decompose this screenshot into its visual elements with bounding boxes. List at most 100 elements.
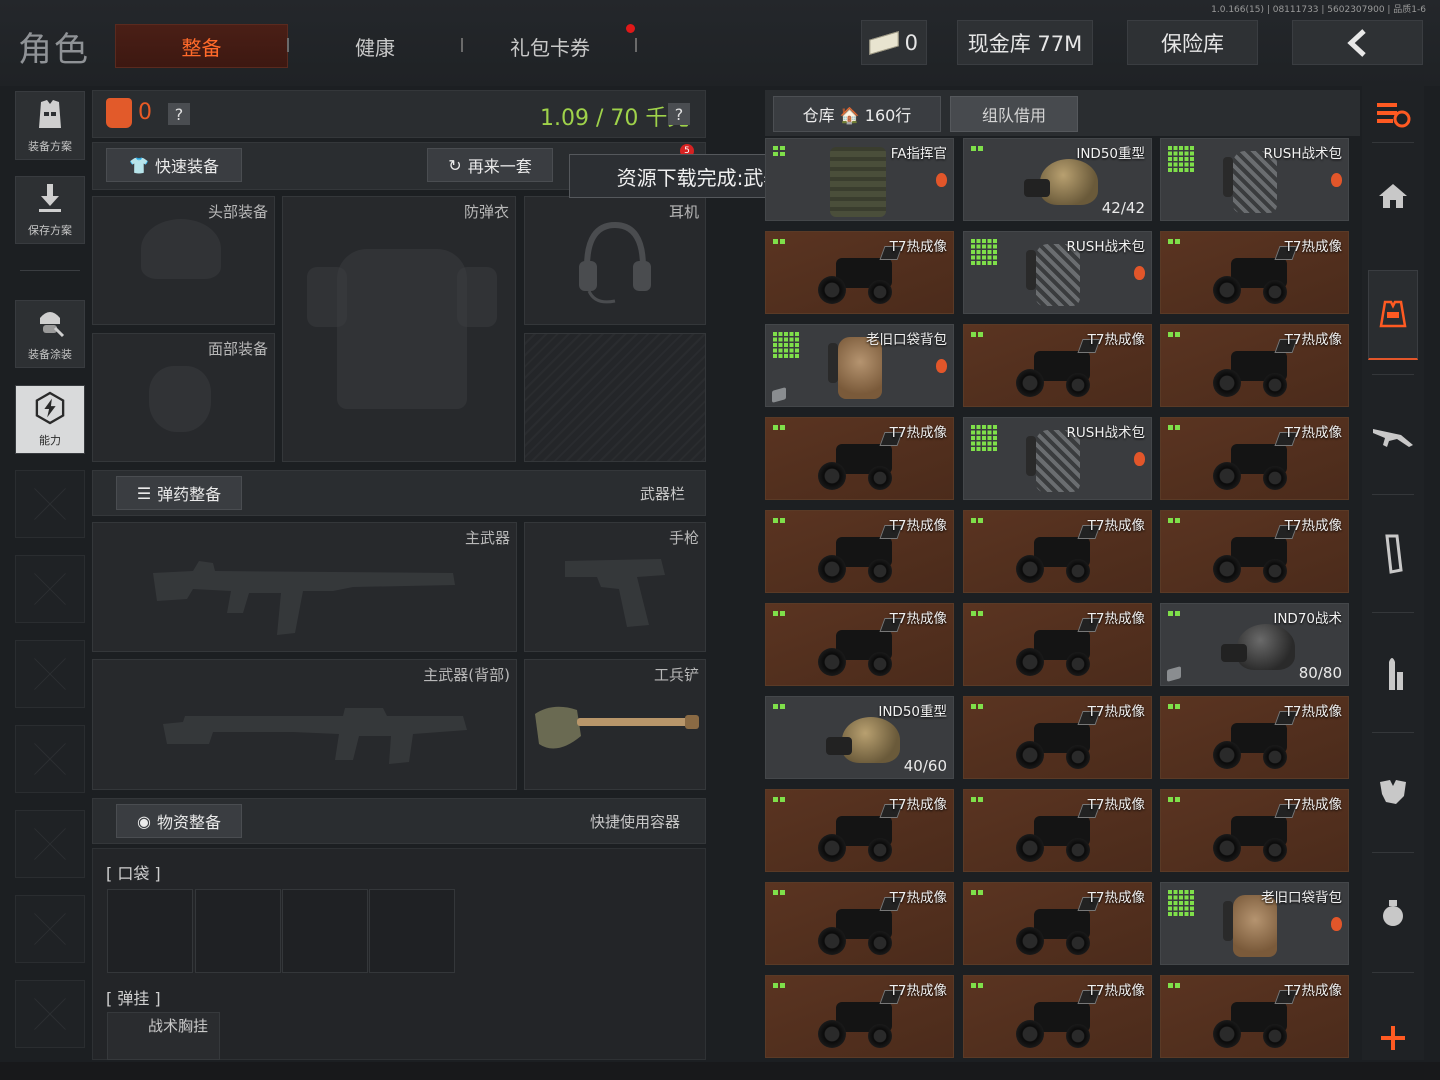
warehouse-item[interactable]: T7热成像 xyxy=(1160,231,1349,314)
warehouse-item[interactable]: T7热成像 xyxy=(963,696,1152,779)
tab-gear[interactable]: 整备 xyxy=(115,24,288,68)
item-name: RUSH战术包 xyxy=(1066,425,1145,441)
home-icon[interactable] xyxy=(1368,176,1418,216)
warehouse-item[interactable]: RUSH战术包 xyxy=(963,417,1152,500)
warehouse-item[interactable]: T7热成像 xyxy=(1160,696,1349,779)
head-gear-slot[interactable]: 头部装备 xyxy=(92,196,275,325)
empty-rail-slot xyxy=(15,555,85,623)
warehouse-item[interactable]: T7热成像 xyxy=(1160,975,1349,1058)
save-plan-button[interactable]: 保存方案 xyxy=(15,176,85,244)
warehouse-item[interactable]: IND50重型 40/60 xyxy=(765,696,954,779)
item-name: 老旧口袋背包 xyxy=(1261,890,1342,906)
rifle-icon[interactable] xyxy=(1368,416,1418,456)
warehouse-item[interactable]: T7热成像 xyxy=(1160,417,1349,500)
helmet-silhouette-icon xyxy=(141,219,221,279)
item-size-grid-icon xyxy=(1168,518,1180,523)
item-name: T7热成像 xyxy=(1284,797,1342,813)
ability-button[interactable]: 能力 xyxy=(15,385,85,454)
headset-slot[interactable]: 耳机 xyxy=(524,196,706,325)
back-button[interactable] xyxy=(1292,20,1423,65)
warehouse-item[interactable]: T7热成像 xyxy=(963,975,1152,1058)
warehouse-grid: FA指挥官 IND50重型 42/42 RUSH战术包 T7热成像 RUSH战术包 T7热成… xyxy=(765,138,1355,1060)
body-armor-slot[interactable]: 防弹衣 xyxy=(282,196,516,462)
warehouse-item[interactable]: T7热成像 xyxy=(765,231,954,314)
item-name: T7热成像 xyxy=(1284,518,1342,534)
item-name: 老旧口袋背包 xyxy=(866,332,947,348)
armor-icon[interactable] xyxy=(1368,772,1418,812)
rifle-silhouette-icon xyxy=(153,561,455,635)
magazine-icon[interactable] xyxy=(1368,534,1418,574)
shovel-icon xyxy=(535,706,699,749)
warehouse-item[interactable]: T7热成像 xyxy=(963,789,1152,872)
headset-silhouette-icon xyxy=(579,221,651,304)
help-button[interactable]: ? xyxy=(168,103,190,125)
grenade-icon[interactable] xyxy=(1368,892,1418,932)
warehouse-item[interactable]: T7热成像 xyxy=(765,882,954,965)
warehouse-item[interactable]: T7热成像 xyxy=(963,324,1152,407)
warehouse-item[interactable]: T7热成像 xyxy=(1160,789,1349,872)
slot-label: 耳机 xyxy=(668,203,699,221)
warehouse-item[interactable]: T7热成像 xyxy=(963,510,1152,593)
warehouse-item[interactable]: T7热成像 xyxy=(963,882,1152,965)
warehouse-item[interactable]: T7热成像 xyxy=(765,789,954,872)
warehouse-item[interactable]: IND50重型 42/42 xyxy=(963,138,1152,221)
shovel-slot[interactable]: 工兵铲 xyxy=(524,659,706,790)
item-size-grid-icon xyxy=(773,983,785,988)
warehouse-item[interactable]: FA指挥官 xyxy=(765,138,954,221)
warehouse-item[interactable]: T7热成像 xyxy=(765,510,954,593)
page-title: 角色 xyxy=(18,30,90,70)
warehouse-item[interactable]: RUSH战术包 xyxy=(1160,138,1349,221)
warehouse-item[interactable]: T7热成像 xyxy=(963,603,1152,686)
rail-label: 能力 xyxy=(39,434,61,447)
ammo-icon[interactable] xyxy=(1368,654,1418,694)
pocket-slot[interactable] xyxy=(195,889,281,973)
warehouse-item[interactable]: T7热成像 xyxy=(765,417,954,500)
item-name: T7热成像 xyxy=(889,518,947,534)
pocket-slot[interactable] xyxy=(369,889,455,973)
warehouse-item[interactable]: 老旧口袋背包 xyxy=(765,324,954,407)
pistol-slot[interactable]: 手枪 xyxy=(524,522,706,652)
warehouse-item[interactable]: T7热成像 xyxy=(1160,324,1349,407)
quick-equip-button[interactable]: 👕 快速装备 xyxy=(106,148,242,182)
warehouse-item[interactable]: T7热成像 xyxy=(765,603,954,686)
primary-weapon-back-slot[interactable]: 主武器(背部) xyxy=(92,659,517,790)
item-size-grid-icon xyxy=(971,890,983,895)
slot-label: 面部装备 xyxy=(207,340,268,358)
add-icon[interactable] xyxy=(1368,1018,1418,1058)
item-size-grid-icon xyxy=(971,983,983,988)
warehouse-item[interactable]: T7热成像 xyxy=(1160,510,1349,593)
ammo-prep-button[interactable]: ☰ 弹药整备 xyxy=(116,476,242,510)
gear-skin-button[interactable]: 装备涂装 xyxy=(15,300,85,368)
rail-label: 保存方案 xyxy=(28,224,72,237)
safe-box-button[interactable]: 保险库 xyxy=(1127,20,1258,65)
warehouse-item[interactable]: 老旧口袋背包 xyxy=(1160,882,1349,965)
pocket-slot[interactable] xyxy=(107,889,193,973)
rail-divider xyxy=(1372,612,1414,613)
vest-filter-icon[interactable] xyxy=(1368,294,1418,334)
primary-weapon-slot[interactable]: 主武器 xyxy=(92,522,517,652)
loadout-plan-button[interactable]: 装备方案 xyxy=(15,91,85,160)
ticket-button[interactable]: 0 xyxy=(861,20,927,65)
armor-badge-icon xyxy=(936,173,947,187)
weight-help-button[interactable]: ? xyxy=(668,103,690,125)
pocket-slot[interactable] xyxy=(282,889,368,973)
warehouse-item[interactable]: T7热成像 xyxy=(765,975,954,1058)
cash-vault-button[interactable]: 现金库 77M xyxy=(957,20,1093,65)
tab-gift-vouchers[interactable]: 礼包卡券 xyxy=(475,24,625,68)
tab-warehouse[interactable]: 仓库 🏠 160行 xyxy=(773,96,941,132)
rail-label: 装备方案 xyxy=(28,140,72,153)
face-gear-slot[interactable]: 面部装备 xyxy=(92,333,275,462)
tab-team-borrow[interactable]: 组队借用 xyxy=(950,96,1078,132)
stack-refresh-icon[interactable] xyxy=(1368,94,1418,134)
empty-rail-slot xyxy=(15,980,85,1048)
warehouse-item[interactable]: IND70战术 80/80 xyxy=(1160,603,1349,686)
repeat-loadout-button[interactable]: ↻ 再来一套 xyxy=(427,148,553,182)
warehouse-item[interactable]: RUSH战术包 xyxy=(963,231,1152,314)
tab-health[interactable]: 健康 xyxy=(300,24,450,68)
supply-prep-label: 物资整备 xyxy=(156,813,221,832)
supply-prep-button[interactable]: ◉ 物资整备 xyxy=(116,804,242,838)
slot-label: 主武器(背部) xyxy=(423,666,510,684)
armor-plan-icon xyxy=(35,98,65,130)
item-name: T7热成像 xyxy=(1087,890,1145,906)
item-name: IND70战术 xyxy=(1273,611,1342,627)
